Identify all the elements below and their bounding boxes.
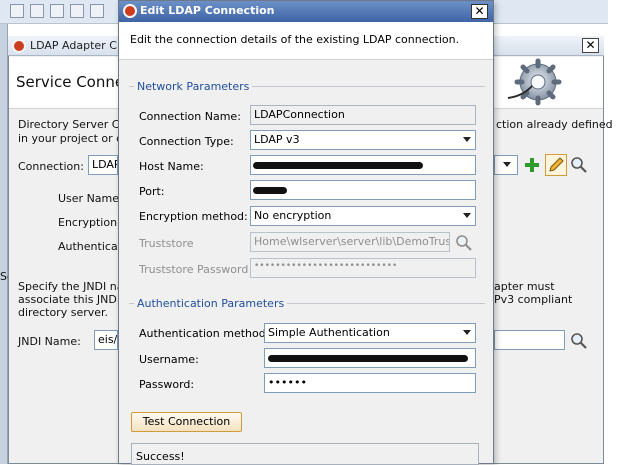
test-result-text: Success! [136,450,185,463]
dialog-title: Edit LDAP Connection [140,4,275,17]
redacted-value [268,355,468,362]
password-field[interactable]: •••••• [264,373,476,393]
jndi-help-line2: associate this JNDI r [18,293,129,306]
authentication-method-label: Authentication method: [139,327,270,340]
username-label: Username: [139,353,199,366]
redacted-value [253,162,423,169]
chevron-down-icon [463,213,471,218]
page-title: Service Conne [16,73,125,91]
jndi-name-input[interactable]: eis/l [94,330,118,350]
host-name-field[interactable] [250,155,476,175]
background-description-line1: Directory Server Con [18,118,134,131]
search-icon[interactable] [570,332,588,350]
toolbar-button[interactable] [50,4,64,18]
authentication-method-select[interactable]: Simple Authentication [264,323,476,343]
truststore-password-field: ••••••••••••••••••••••••••• [250,258,476,278]
close-icon[interactable]: ✕ [582,38,599,53]
toolbar-button[interactable] [90,4,104,18]
toolbar-button[interactable] [30,4,44,18]
connection-label: Connection: [18,160,84,173]
truststore-field: Home\wlserver\server\lib\DemoTrust.jks [250,232,450,252]
jndi-help-right1: apter must [494,280,555,293]
chevron-down-icon [463,137,471,142]
toolbar-button[interactable] [10,4,24,18]
connection-select[interactable]: LDAP [88,155,118,175]
port-label: Port: [139,185,165,198]
jndi-help-line1: Specify the JNDI nar [18,280,128,293]
close-icon[interactable]: ✕ [471,4,488,19]
encryption-method-value: No encryption [254,209,332,222]
jndi-help-line3: directory server. [18,306,109,319]
password-label: Password: [139,378,195,391]
authentication-method-value: Simple Authentication [268,326,390,339]
port-field[interactable] [250,180,476,200]
test-connection-button[interactable]: Test Connection [131,412,242,432]
ldap-adapter-title: LDAP Adapter C [30,39,117,52]
chevron-down-icon [463,330,471,335]
background-description-right: ction already defined [496,118,613,131]
test-result-panel: Success! [131,443,479,465]
encryption-method-select[interactable]: No encryption [250,206,476,226]
connection-dropdown-button[interactable] [494,155,518,175]
app-logo-icon [123,4,137,18]
connection-name-label: Connection Name: [139,110,241,123]
network-parameters-heading: Network Parameters [134,80,253,93]
encryption-method-label: Encryption method: [139,210,248,223]
dialog-description: Edit the connection details of the exist… [130,33,460,46]
background-description-line2: in your project or cre [18,132,134,145]
host-name-label: Host Name: [139,160,204,173]
gear-graphic-icon [498,58,568,108]
username-field[interactable] [264,348,476,368]
authentication-parameters-heading: Authentication Parameters [134,297,288,310]
truststore-label: Truststore [139,237,194,250]
search-icon [456,235,472,251]
edit-ldap-connection-dialog: Edit LDAP Connection ✕ Edit the connecti… [118,0,494,465]
redacted-value [253,187,287,194]
user-name-label: User Name: [58,192,123,205]
connection-type-value: LDAP v3 [254,133,300,146]
add-icon[interactable] [523,156,541,174]
jndi-help-right2: Pv3 compliant [494,293,573,306]
toolbar-button[interactable] [70,4,84,18]
background-left-pane [0,24,8,464]
jndi-name-label: JNDI Name: [18,335,81,348]
connection-name-field[interactable]: LDAPConnection [250,105,476,125]
connection-type-select[interactable]: LDAP v3 [250,130,476,150]
truststore-password-label: Truststore Password [139,263,249,276]
authentication-label: Authenticati [58,240,126,253]
search-icon[interactable] [570,156,588,174]
jndi-name-input-continued[interactable] [494,330,565,350]
edit-pencil-icon[interactable] [545,154,567,176]
chevron-down-icon [503,162,511,167]
app-logo-icon [12,39,26,53]
connection-type-label: Connection Type: [139,135,234,148]
